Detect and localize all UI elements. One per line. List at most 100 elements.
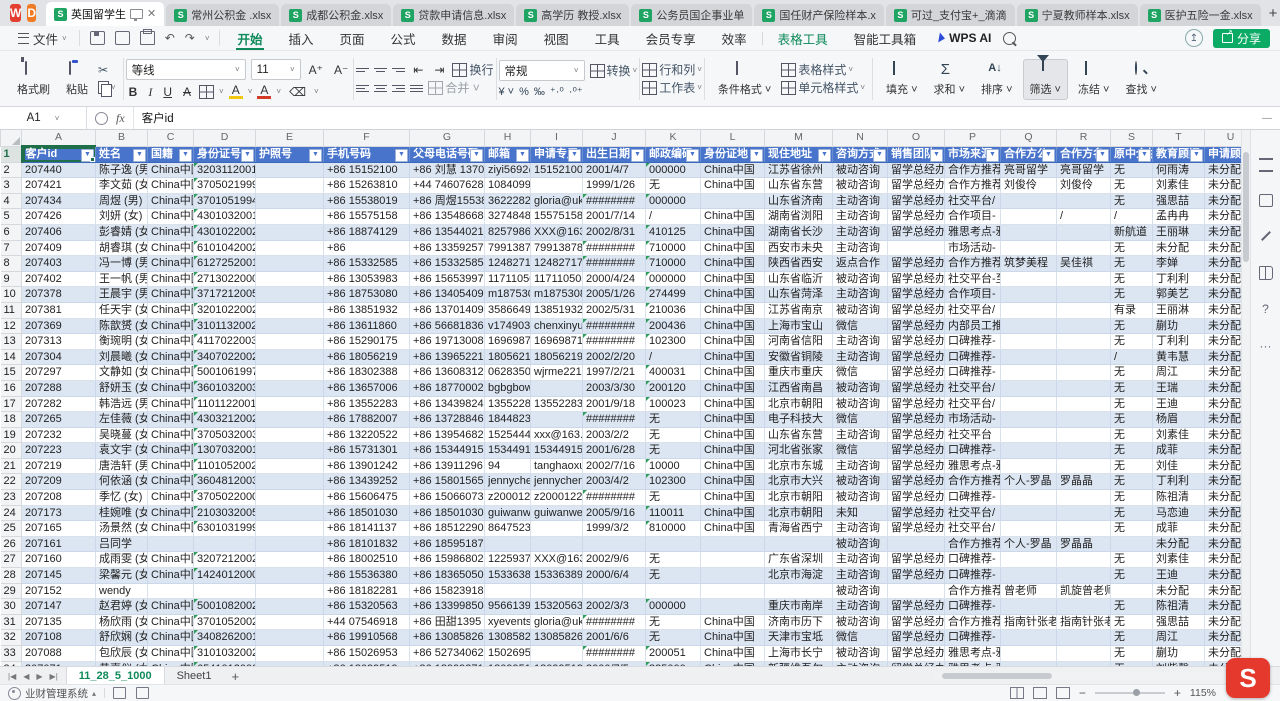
- cell[interactable]: 西安市未央: [765, 240, 833, 256]
- filter-dropdown-icon[interactable]: ▼: [309, 149, 322, 162]
- header-cell[interactable]: 客户id▼: [22, 146, 96, 162]
- cell[interactable]: 2000/4/24: [583, 271, 646, 287]
- cell[interactable]: gloria@uk: [531, 193, 583, 209]
- cell[interactable]: 被动咨询: [833, 490, 888, 506]
- cell[interactable]: [701, 568, 765, 584]
- table-style-button[interactable]: 表格样式˅: [781, 63, 853, 77]
- row-number[interactable]: 24: [1, 505, 22, 521]
- cell[interactable]: 142401200006041426: [194, 568, 256, 584]
- cell[interactable]: +86 1971300890: [410, 334, 485, 350]
- header-cell[interactable]: 咨询方式▼: [833, 146, 888, 162]
- filter-dropdown-icon[interactable]: ▼: [1190, 149, 1203, 162]
- cell[interactable]: China中国: [148, 256, 194, 272]
- cell[interactable]: China中国: [701, 630, 765, 646]
- cell[interactable]: 留学总经办: [888, 178, 945, 194]
- cell[interactable]: [1001, 271, 1057, 287]
- cell[interactable]: 主动咨询: [833, 599, 888, 615]
- header-cell[interactable]: 邮政编码▼: [646, 146, 701, 162]
- cell[interactable]: 062835011: [485, 365, 531, 381]
- row-number[interactable]: 26: [1, 536, 22, 552]
- row-number[interactable]: 10: [1, 287, 22, 303]
- cell[interactable]: 320311200104077915: [194, 162, 256, 178]
- cell[interactable]: [256, 334, 324, 350]
- cell[interactable]: 韩浩远 (男: [96, 396, 148, 412]
- header-cell[interactable]: 护照号▼: [256, 146, 324, 162]
- header-cell[interactable]: 合作方名▼: [1057, 146, 1111, 162]
- align-top-icon[interactable]: [356, 65, 369, 76]
- cell[interactable]: 327484864: [485, 209, 531, 225]
- cell[interactable]: 2005/1/26: [583, 287, 646, 303]
- cut-button[interactable]: ✂: [98, 64, 116, 76]
- cell[interactable]: 117110505: [531, 271, 583, 287]
- cell[interactable]: 微信: [833, 412, 888, 428]
- cell[interactable]: 207160: [22, 552, 96, 568]
- cell[interactable]: 留学总经办: [888, 412, 945, 428]
- cell[interactable]: China中国: [148, 505, 194, 521]
- column-header-B[interactable]: B: [96, 130, 148, 146]
- header-cell[interactable]: 身份证号▼: [194, 146, 256, 162]
- cell[interactable]: +86 52734062: [410, 646, 485, 662]
- increase-decimal-icon[interactable]: ⁺·⁰: [550, 85, 564, 98]
- format-painter-button[interactable]: 格式刷: [11, 60, 56, 99]
- cell[interactable]: China中国: [701, 224, 765, 240]
- header-cell[interactable]: 姓名▼: [96, 146, 148, 162]
- cell[interactable]: [1057, 552, 1111, 568]
- cell[interactable]: [531, 521, 583, 537]
- cell[interactable]: 李婵: [1153, 256, 1205, 272]
- cell[interactable]: +86 13220522: [324, 427, 410, 443]
- row-number[interactable]: 16: [1, 380, 22, 396]
- align-left-icon[interactable]: [356, 83, 369, 94]
- cell[interactable]: 810000: [646, 521, 701, 537]
- cell[interactable]: +86 1582391866: [410, 583, 485, 599]
- cell[interactable]: +86 15575158: [324, 209, 410, 225]
- cell[interactable]: 207403: [22, 256, 96, 272]
- column-header-F[interactable]: F: [324, 130, 410, 146]
- row-number[interactable]: 13: [1, 334, 22, 350]
- cell[interactable]: 207088: [22, 646, 96, 662]
- column-header-M[interactable]: M: [765, 130, 833, 146]
- cell[interactable]: [1001, 287, 1057, 303]
- cell[interactable]: 留学总经办: [888, 568, 945, 584]
- cell[interactable]: 留学总经办: [888, 334, 945, 350]
- cell[interactable]: 500108200203035125: [194, 599, 256, 615]
- cell[interactable]: [1001, 349, 1057, 365]
- decrease-decimal-icon[interactable]: ·⁰⁺: [569, 85, 583, 98]
- cell[interactable]: XXX@163.: [531, 224, 583, 240]
- cell[interactable]: 河南省信阳: [765, 334, 833, 350]
- cell[interactable]: China中国: [148, 209, 194, 225]
- header-cell[interactable]: 国籍▼: [148, 146, 194, 162]
- cell[interactable]: 微信: [833, 318, 888, 334]
- merge-cells-button[interactable]: 合并 ˅: [428, 81, 479, 95]
- cell[interactable]: 2002/5/31: [583, 302, 646, 318]
- cell[interactable]: 山东省临沂: [765, 271, 833, 287]
- cell[interactable]: 310113200211152925: [194, 318, 256, 334]
- widget-chevron-icon[interactable]: ▴: [92, 689, 96, 698]
- cell[interactable]: 留学总经办: [888, 427, 945, 443]
- cell[interactable]: 207108: [22, 630, 96, 646]
- new-tab-button[interactable]: +: [1263, 5, 1280, 22]
- cell[interactable]: 207304: [22, 349, 96, 365]
- cell[interactable]: 被动咨询: [833, 646, 888, 662]
- docer-icon[interactable]: D: [27, 4, 36, 22]
- cell[interactable]: 陈祖清: [1153, 599, 1205, 615]
- cell[interactable]: [256, 505, 324, 521]
- cell[interactable]: China中国: [148, 630, 194, 646]
- cell[interactable]: +86 1372884680: [410, 412, 485, 428]
- cell[interactable]: 110105200207165451: [194, 458, 256, 474]
- cell[interactable]: 个人-罗晶: [1001, 536, 1057, 552]
- cell[interactable]: 合作方推荐: [945, 178, 1001, 194]
- cell[interactable]: 2002/2/20: [583, 349, 646, 365]
- cell[interactable]: 包欣辰 (女: [96, 646, 148, 662]
- cell[interactable]: 天津市宝坻: [765, 630, 833, 646]
- cell[interactable]: +86 18002510: [324, 552, 410, 568]
- document-tab[interactable]: S公务员国企事业单: [631, 4, 752, 26]
- cell[interactable]: 430102200208315525: [194, 224, 256, 240]
- cell[interactable]: +86 1335925706: [410, 240, 485, 256]
- row-number[interactable]: 9: [1, 271, 22, 287]
- sheet-tab-11_28_5_1000[interactable]: 11_28_5_1000: [66, 667, 165, 685]
- cell[interactable]: China中国: [701, 162, 765, 178]
- cell[interactable]: 2001/9/18: [583, 396, 646, 412]
- filter-dropdown-icon[interactable]: ▼: [686, 149, 699, 162]
- cell[interactable]: 陈子逸 (男: [96, 162, 148, 178]
- cell[interactable]: 10000: [646, 458, 701, 474]
